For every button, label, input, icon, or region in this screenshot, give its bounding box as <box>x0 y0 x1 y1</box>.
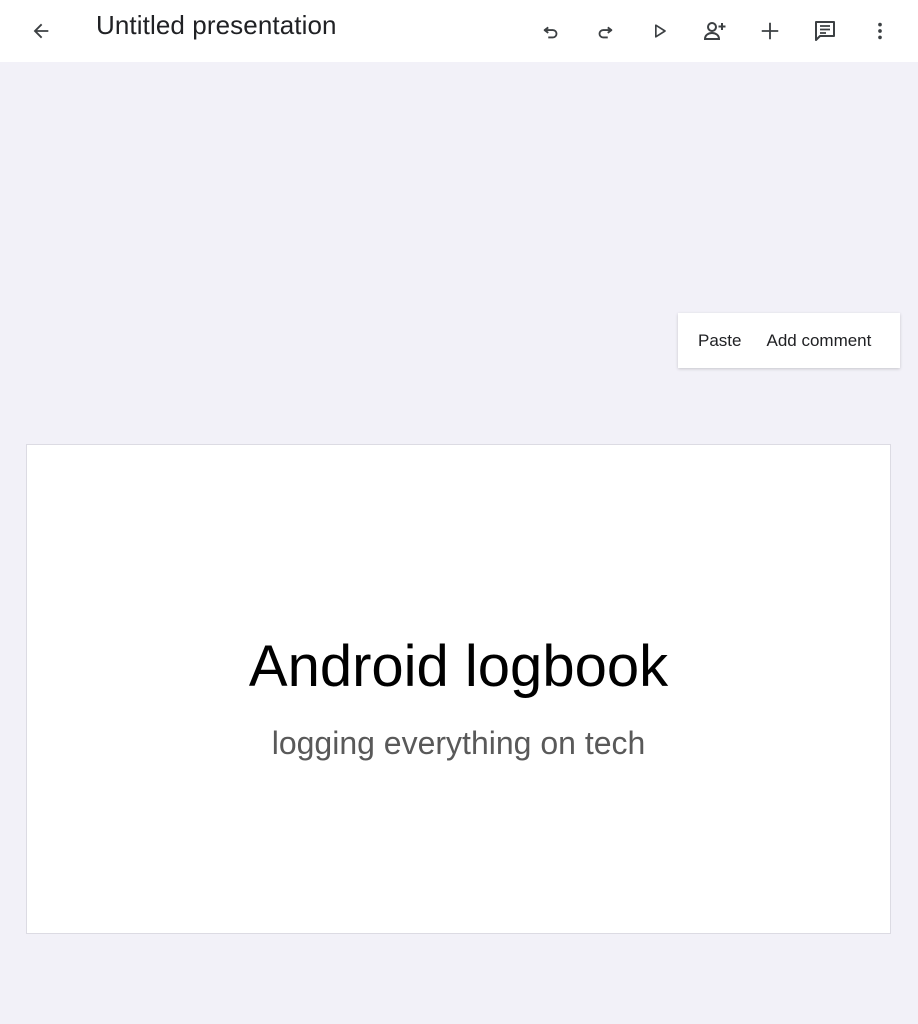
present-icon[interactable] <box>637 8 683 54</box>
comment-icon[interactable] <box>802 8 848 54</box>
redo-icon[interactable] <box>582 8 628 54</box>
slide-subtitle[interactable]: logging everything on tech <box>27 725 890 762</box>
insert-icon[interactable] <box>747 8 793 54</box>
paste-menu-item[interactable]: Paste <box>698 331 741 351</box>
slide-title[interactable]: Android logbook <box>27 633 890 700</box>
add-comment-menu-item[interactable]: Add comment <box>766 331 871 351</box>
top-toolbar: Untitled presentation <box>0 0 918 62</box>
back-arrow-icon[interactable] <box>18 8 64 54</box>
slide[interactable]: Android logbook logging everything on te… <box>27 445 890 933</box>
more-vert-icon[interactable] <box>857 8 903 54</box>
share-icon[interactable] <box>692 8 738 54</box>
undo-icon[interactable] <box>528 8 574 54</box>
context-menu: Paste Add comment <box>678 313 900 368</box>
document-title[interactable]: Untitled presentation <box>96 8 337 42</box>
